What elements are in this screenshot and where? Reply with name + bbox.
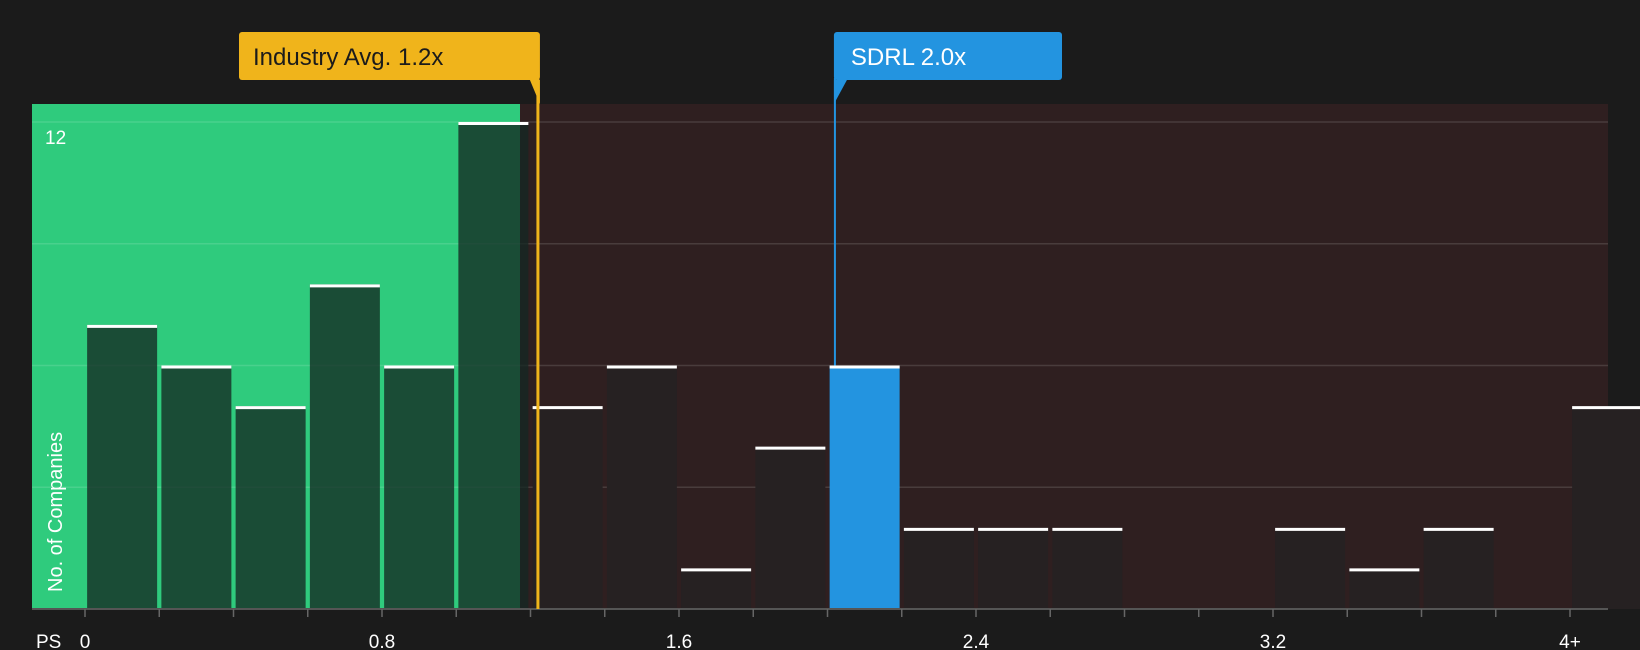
histogram-bar: [978, 527, 1049, 609]
y-tick-label: 12: [45, 128, 66, 149]
ps-ratio-histogram: Industry Avg. 1.2x SDRL 2.0x 12 No. of C…: [32, 32, 1640, 650]
histogram-bar: [606, 365, 677, 609]
x-tick-label: 2.4: [963, 632, 990, 650]
x-tick-label: 1.6: [666, 632, 692, 650]
histogram-bar: [903, 527, 974, 609]
y-axis-label: No. of Companies: [45, 432, 67, 592]
histogram-bar: [235, 406, 306, 609]
histogram-bar: [532, 406, 603, 609]
histogram-bar: [829, 365, 900, 609]
histogram-bar: [1349, 568, 1420, 609]
histogram-bar: [1572, 406, 1640, 609]
histogram-bar: [755, 446, 826, 609]
histogram-bar: [384, 365, 455, 609]
x-tick-label: 0: [80, 632, 91, 650]
histogram-bar: [1052, 527, 1123, 609]
histogram-bar: [681, 568, 752, 609]
histogram-bar: [87, 324, 158, 609]
x-tick-label: 4+: [1559, 632, 1581, 650]
histogram-bar: [458, 122, 529, 609]
x-axis-ticks: [84, 609, 1571, 617]
histogram-bar: [161, 365, 232, 609]
histogram-bar: [309, 284, 380, 609]
industry-average-label: Industry Avg. 1.2x: [253, 44, 443, 71]
x-tick-label: 0.8: [369, 632, 395, 650]
histogram-bar: [1275, 527, 1346, 609]
x-axis-label: PS: [36, 632, 61, 650]
company-label: SDRL 2.0x: [851, 44, 966, 71]
histogram-bar: [1423, 527, 1494, 609]
x-tick-label: 3.2: [1260, 632, 1286, 650]
